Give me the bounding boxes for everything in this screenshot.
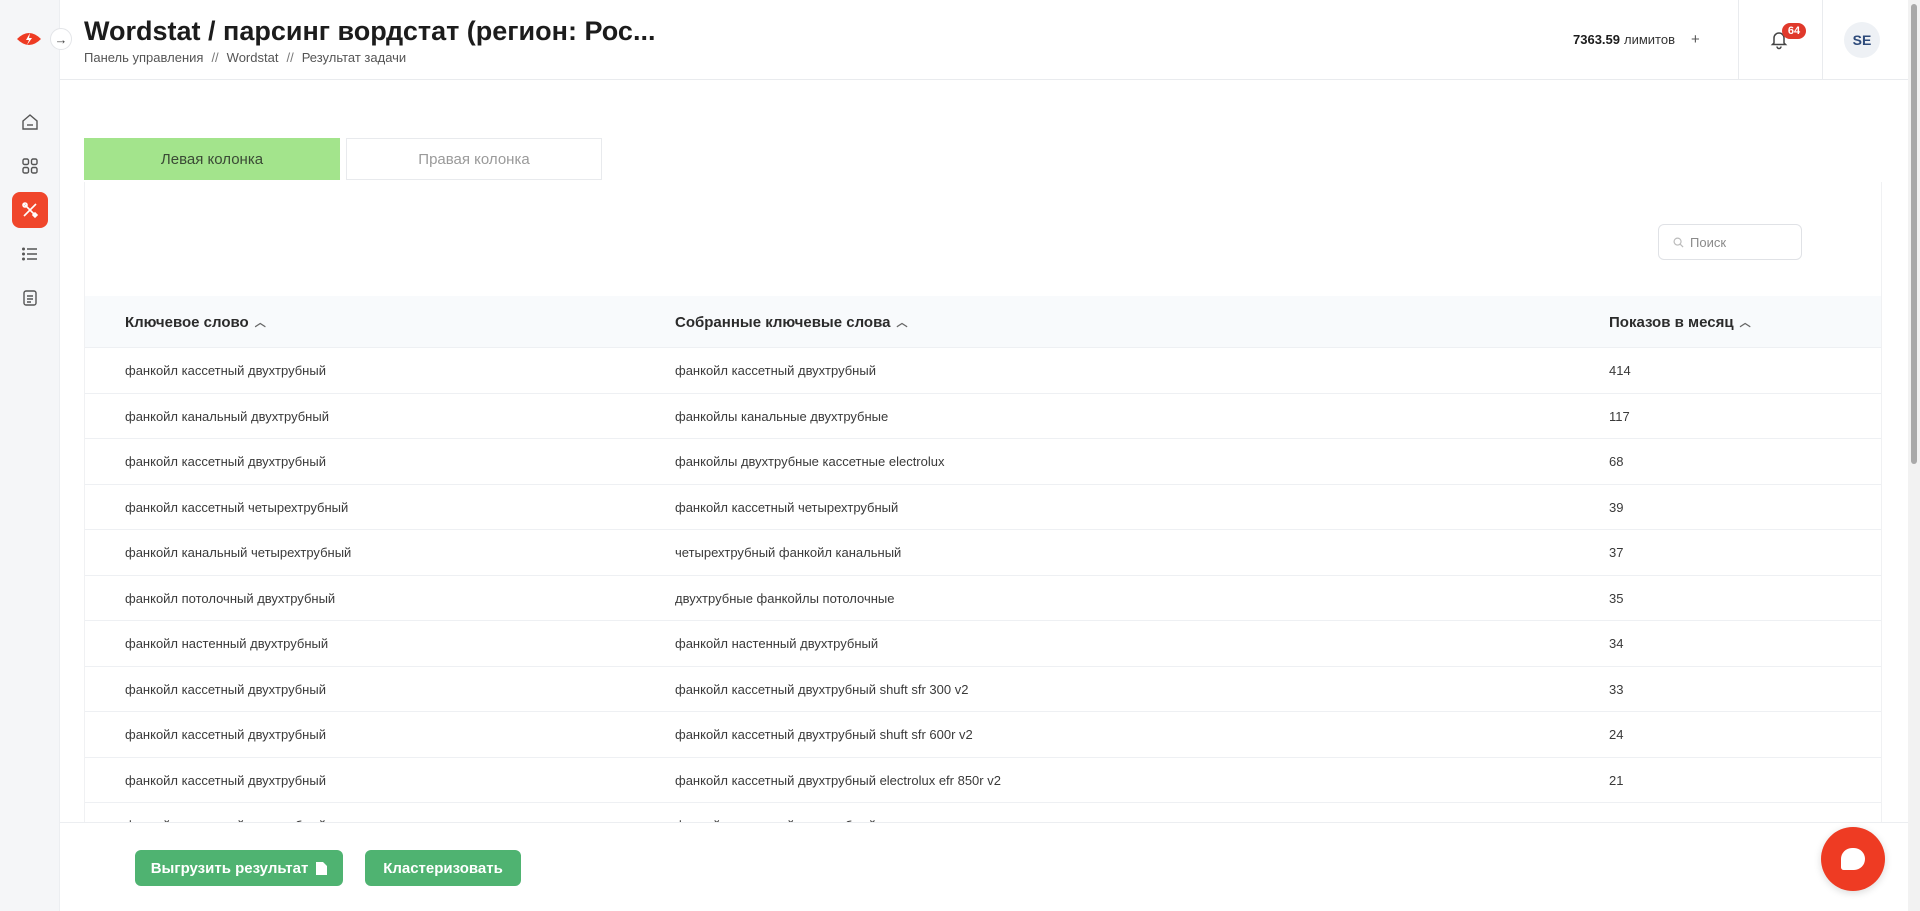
page-title: Wordstat / парсинг вордстат (регион: Рос… <box>84 16 656 46</box>
column-header-collected-keywords[interactable]: Собранные ключевые слова ︿ <box>675 296 907 348</box>
keyword-cell: фанкойл кассетный двухтрубный <box>125 681 326 697</box>
chat-widget-button[interactable] <box>1821 827 1885 891</box>
header-divider <box>1822 0 1823 80</box>
results-panel: Ключевое слово ︿ Собранные ключевые слов… <box>84 182 1882 822</box>
impressions-cell: 35 <box>1609 590 1624 606</box>
collected-keyword-cell: фанкойл кассетный двухтрубный <box>675 363 876 378</box>
impressions-cell: 68 <box>1609 454 1624 469</box>
list-icon <box>22 247 37 261</box>
impressions-cell: 24 <box>1609 727 1624 742</box>
scrollbar-thumb[interactable] <box>1911 4 1917 464</box>
table-row: фанкойл кассетный двухтрубный фанкойл ка… <box>85 712 1881 758</box>
sidebar-toggle-button[interactable]: → <box>50 28 72 50</box>
sidebar-item-apps[interactable] <box>12 148 48 184</box>
search-icon <box>1673 237 1684 248</box>
collected-keyword-cell: фанкойл кассетный двухтрубный shuft sfr … <box>675 727 973 742</box>
breadcrumb-separator: // <box>286 50 294 65</box>
search-box[interactable] <box>1658 224 1802 260</box>
table-row: фанкойл кассетный двухтрубный фанкойл ка… <box>85 758 1881 803</box>
home-icon <box>22 114 38 130</box>
keyword-cell: фанкойл кассетный двухтрубный <box>125 803 326 822</box>
collected-keyword-cell: фанкойл кассетный четырехтрубный <box>675 499 899 515</box>
collected-keyword-cell: четырехтрубный фанкойл канальный <box>675 545 902 560</box>
collected-keyword-cell: фанкойл кассетный двухтрубный shuft sfr … <box>675 681 969 697</box>
table-header: Ключевое слово ︿ Собранные ключевые слов… <box>85 296 1881 348</box>
table-row: фанкойл потолочный двухтрубный двухтрубн… <box>85 576 1881 621</box>
keyword-cell: фанкойл кассетный двухтрубный <box>125 727 326 742</box>
breadcrumb: Панель управления // Wordstat // Результ… <box>84 50 406 65</box>
tools-icon <box>22 202 39 219</box>
breadcrumb-dashboard[interactable]: Панель управления <box>84 50 203 65</box>
search-input[interactable] <box>1690 234 1790 250</box>
impressions-cell: 21 <box>1609 772 1624 788</box>
breadcrumb-task-result: Результат задачи <box>301 50 407 65</box>
document-icon <box>23 290 37 306</box>
file-icon <box>316 861 328 875</box>
limits-label: лимитов <box>1624 32 1675 47</box>
impressions-cell: 34 <box>1609 636 1624 651</box>
sort-asc-icon: ︿ <box>1739 317 1751 329</box>
sort-asc-icon: ︿ <box>254 317 266 329</box>
tab-right-column[interactable]: Правая колонка <box>346 138 602 180</box>
limits-balance: 7363.59 лимитов + <box>1573 31 1700 48</box>
table-row: фанкойл кассетный двухтрубный фанкойл ка… <box>85 803 1881 822</box>
add-limits-button[interactable]: + <box>1691 31 1700 48</box>
collected-keyword-cell: фанкойл настенный двухтрубный <box>675 636 879 651</box>
arrow-right-icon: → <box>54 31 68 47</box>
keyword-cell: фанкойл потолочный двухтрубный <box>125 590 336 606</box>
impressions-cell: 414 <box>1609 363 1631 378</box>
sidebar-item-documents[interactable] <box>12 280 48 316</box>
breadcrumb-wordstat[interactable]: Wordstat <box>227 50 279 65</box>
keyword-cell: фанкойл канальный двухтрубный <box>125 408 329 424</box>
export-results-label: Выгрузить результат <box>150 859 309 877</box>
table-row: фанкойл канальный четырехтрубный четырех… <box>85 530 1881 576</box>
tab-left-column[interactable]: Левая колонка <box>84 138 340 180</box>
impressions-cell: 117 <box>1609 408 1630 424</box>
sidebar-item-home[interactable] <box>12 104 48 140</box>
column-header-keyword[interactable]: Ключевое слово ︿ <box>125 296 266 348</box>
avatar[interactable]: SE <box>1844 22 1880 58</box>
grid-icon <box>22 158 38 174</box>
collected-keyword-cell: фанкойлы канальные двухтрубные <box>675 408 889 424</box>
keyword-cell: фанкойл кассетный двухтрубный <box>125 772 326 788</box>
collected-keyword-cell: двухтрубные фанкойлы потолочные <box>675 590 895 606</box>
impressions-cell: 37 <box>1609 545 1624 560</box>
notifications-badge: 64 <box>1782 23 1806 39</box>
page-scrollbar[interactable] <box>1908 0 1920 911</box>
impressions-cell: 39 <box>1609 499 1624 515</box>
table-row: фанкойл кассетный двухтрубный фанкойл ка… <box>85 667 1881 712</box>
table-body: фанкойл кассетный двухтрубный фанкойл ка… <box>85 348 1881 822</box>
column-header-monthly-impressions[interactable]: Показов в месяц ︿ <box>1609 296 1751 348</box>
sidebar <box>0 0 60 911</box>
collected-keyword-cell: фанкойлы двухтрубные кассетные electrolu… <box>675 454 945 469</box>
header-divider <box>1738 0 1739 80</box>
clusterize-button[interactable]: Кластеризовать <box>365 850 521 886</box>
sidebar-item-tools[interactable] <box>12 192 48 228</box>
keyword-cell: фанкойл кассетный четырехтрубный <box>125 499 349 515</box>
table-row: фанкойл кассетный двухтрубный фанкойлы д… <box>85 439 1881 485</box>
collected-keyword-cell: фанкойл кассетный двухтрубный <box>675 803 876 822</box>
sidebar-item-list[interactable] <box>12 236 48 272</box>
header: Wordstat / парсинг вордстат (регион: Рос… <box>60 0 1908 80</box>
table-row: фанкойл кассетный двухтрубный фанкойл ка… <box>85 348 1881 394</box>
keyword-cell: фанкойл кассетный двухтрубный <box>125 454 326 469</box>
table-row: фанкойл канальный двухтрубный фанкойлы к… <box>85 394 1881 439</box>
breadcrumb-separator: // <box>211 50 219 65</box>
table-row: фанкойл настенный двухтрубный фанкойл на… <box>85 621 1881 667</box>
collected-keyword-cell: фанкойл кассетный двухтрубный electrolux… <box>675 772 1001 788</box>
footer-actions: Выгрузить результат Кластеризовать <box>60 822 1908 911</box>
keyword-cell: фанкойл настенный двухтрубный <box>125 636 329 651</box>
chat-bubble-icon <box>1841 848 1865 870</box>
eye-logo-icon[interactable] <box>16 29 42 49</box>
table-row: фанкойл кассетный четырехтрубный фанкойл… <box>85 485 1881 530</box>
keyword-cell: фанкойл канальный четырехтрубный <box>125 545 352 560</box>
limits-value: 7363.59 <box>1573 32 1620 47</box>
impressions-cell: 33 <box>1609 681 1624 697</box>
sort-asc-icon: ︿ <box>896 317 908 329</box>
export-results-button[interactable]: Выгрузить результат <box>135 850 343 886</box>
keyword-cell: фанкойл кассетный двухтрубный <box>125 363 326 378</box>
